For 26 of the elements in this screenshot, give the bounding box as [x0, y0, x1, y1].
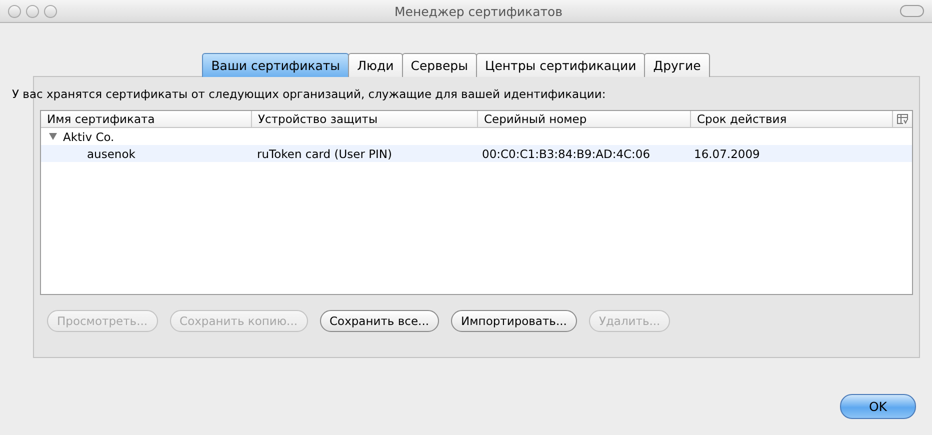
tab[interactable]: Центры сертификации [476, 53, 646, 77]
tab[interactable]: Люди [348, 53, 403, 77]
table-cell: ruToken card (User PIN) [257, 146, 392, 160]
action-button[interactable]: Импортировать... [451, 310, 577, 332]
zoom-button[interactable] [44, 4, 57, 18]
table-cell: ausenok [87, 146, 136, 160]
toolbar-toggle-button[interactable] [900, 5, 924, 17]
expand-triangle-icon[interactable] [49, 133, 57, 140]
minimize-button[interactable] [26, 4, 39, 18]
action-button[interactable]: Сохранить все... [320, 310, 440, 332]
description-text: У вас хранятся сертификаты от следующих организаций, служащие для вашей идентификации: [12, 87, 607, 101]
column-header[interactable]: Серийный номер [478, 111, 691, 127]
column-header[interactable]: Имя сертификата [41, 111, 252, 127]
tab[interactable]: Ваши сертификаты [202, 53, 350, 77]
table-cell: 16.07.2009 [694, 146, 760, 160]
column-header[interactable]: Срок действия [691, 111, 893, 127]
ok-button[interactable]: OK [840, 394, 916, 419]
table-cell: 00:C0:C1:B3:84:B9:AD:4C:06 [482, 146, 650, 160]
group-name: Aktiv Co. [63, 130, 114, 144]
tab[interactable]: Серверы [402, 53, 477, 77]
column-picker-icon[interactable] [896, 114, 908, 124]
certificate-table[interactable]: Имя сертификата Устройство защиты Серийный номер Срок действия Aktiv Co. ausenok ruToken card (User PIN) 00:C0:C1:B3:84:B9:AD:4C:06 16.07.2009 [40, 110, 913, 295]
window-title: Менеджер сертификатов [394, 4, 563, 18]
tab[interactable]: Другие [644, 53, 710, 77]
close-button[interactable] [8, 4, 21, 18]
column-header[interactable]: Устройство защиты [252, 111, 478, 127]
